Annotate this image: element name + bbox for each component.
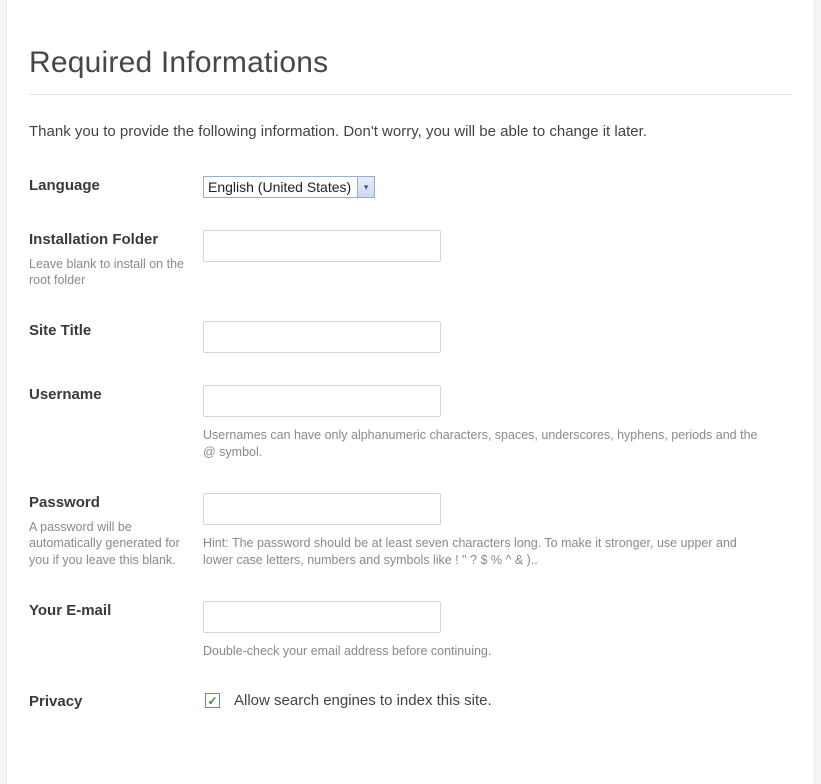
field-col: Usernames can have only alphanumeric cha…: [203, 385, 792, 461]
label-col: Password A password will be automaticall…: [29, 493, 203, 569]
label-col: Language: [29, 176, 203, 196]
check-icon: ✓: [207, 695, 217, 707]
label-col: Privacy: [29, 692, 203, 712]
label-col: Site Title: [29, 321, 203, 341]
language-select[interactable]: English (United States) ▾: [203, 176, 375, 198]
field-col: Hint: The password should be at least se…: [203, 493, 792, 569]
page-title: Required Informations: [29, 0, 792, 95]
row-privacy: Privacy ✓ Allow search engines to index …: [29, 692, 792, 712]
install-folder-hint: Leave blank to install on the root folde…: [29, 256, 189, 290]
label-col: Installation Folder Leave blank to insta…: [29, 230, 203, 289]
username-label: Username: [29, 385, 189, 405]
username-field-hint: Usernames can have only alphanumeric cha…: [203, 427, 763, 461]
install-folder-input[interactable]: [203, 230, 441, 262]
page-container: Required Informations Thank you to provi…: [6, 0, 815, 784]
label-col: Your E-mail: [29, 601, 203, 621]
password-field-hint: Hint: The password should be at least se…: [203, 535, 763, 569]
email-label: Your E-mail: [29, 601, 189, 621]
password-hint: A password will be automatically generat…: [29, 519, 189, 570]
chevron-down-icon: ▾: [364, 183, 369, 192]
field-col: Double-check your email address before c…: [203, 601, 792, 660]
password-label: Password: [29, 493, 189, 513]
row-site-title: Site Title: [29, 321, 792, 353]
privacy-checkbox[interactable]: ✓: [205, 693, 220, 708]
row-install-folder: Installation Folder Leave blank to insta…: [29, 230, 792, 289]
row-language: Language English (United States) ▾: [29, 176, 792, 198]
language-label: Language: [29, 176, 189, 196]
field-col: English (United States) ▾: [203, 176, 792, 198]
row-password: Password A password will be automaticall…: [29, 493, 792, 569]
intro-text: Thank you to provide the following infor…: [29, 123, 792, 140]
select-dropdown-button[interactable]: ▾: [357, 177, 374, 197]
label-col: Username: [29, 385, 203, 405]
language-selected-value: English (United States): [204, 179, 357, 195]
field-col: [203, 321, 792, 353]
privacy-label: Privacy: [29, 692, 189, 712]
install-folder-label: Installation Folder: [29, 230, 189, 250]
privacy-checkbox-row: ✓ Allow search engines to index this sit…: [203, 692, 792, 709]
field-col: [203, 230, 792, 262]
email-input[interactable]: [203, 601, 441, 633]
site-title-input[interactable]: [203, 321, 441, 353]
username-input[interactable]: [203, 385, 441, 417]
row-username: Username Usernames can have only alphanu…: [29, 385, 792, 461]
site-title-label: Site Title: [29, 321, 189, 341]
row-email: Your E-mail Double-check your email addr…: [29, 601, 792, 660]
password-input[interactable]: [203, 493, 441, 525]
field-col: ✓ Allow search engines to index this sit…: [203, 692, 792, 709]
privacy-checkbox-label: Allow search engines to index this site.: [234, 692, 492, 709]
email-field-hint: Double-check your email address before c…: [203, 643, 763, 660]
